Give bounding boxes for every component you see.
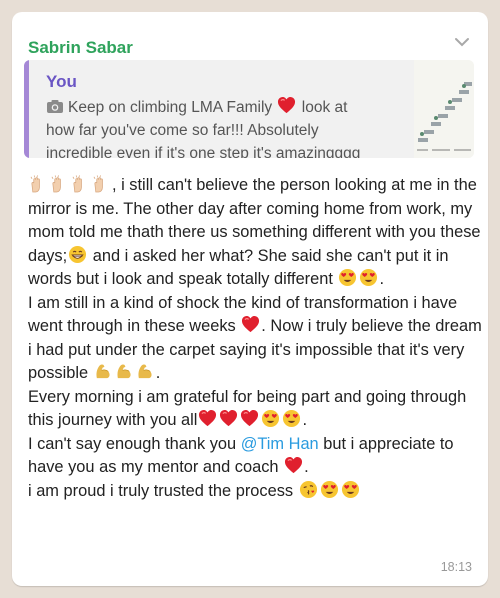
message-bubble[interactable]: Sabrin Sabar You Keep on climbing LMA Fa…: [12, 12, 488, 586]
red-heart-icon: [219, 409, 238, 428]
red-heart-icon: [277, 96, 296, 115]
camera-icon: [47, 100, 63, 113]
heart-eyes-face-icon: [341, 480, 360, 499]
message-body: , i still can't believe the person looki…: [28, 174, 484, 503]
body-paragraph-1: , i still can't believe the person looki…: [28, 174, 484, 292]
red-heart-icon: [284, 456, 303, 475]
heart-eyes-face-icon: [261, 409, 280, 428]
quote-image-thumbnail[interactable]: [414, 60, 474, 158]
message-timestamp: 18:13: [440, 560, 472, 574]
quote-accent-bar: [24, 60, 29, 158]
heart-eyes-face-icon: [282, 409, 301, 428]
heart-eyes-face-icon: [359, 268, 378, 287]
body-paragraph-2: I am still in a kind of shock the kind o…: [28, 292, 484, 386]
chevron-down-icon[interactable]: [452, 32, 472, 52]
body-text-4a: I can't say enough thank you: [28, 434, 241, 453]
clapping-hands-icon: [50, 174, 69, 193]
heart-eyes-face-icon: [338, 268, 357, 287]
kissing-face-icon: [299, 480, 318, 499]
body-text-5a: i am proud i truly trusted the process: [28, 481, 298, 500]
body-paragraph-3: Every morning i am grateful for being pa…: [28, 386, 484, 433]
clapping-hands-icon: [71, 174, 90, 193]
clapping-hands-icon: [29, 174, 48, 193]
flexed-biceps-icon: [136, 362, 155, 381]
body-text-1b: and i asked her what? She said she can't…: [28, 246, 449, 289]
grinning-face-icon: [68, 245, 87, 264]
quote-author: You: [46, 72, 77, 91]
heart-eyes-face-icon: [320, 480, 339, 499]
body-text-2c: .: [155, 364, 161, 382]
red-heart-icon: [241, 315, 260, 334]
red-heart-icon: [198, 409, 217, 428]
quote-text-start: Keep on climbing LMA Family: [68, 99, 273, 116]
flexed-biceps-icon: [94, 362, 113, 381]
sender-name[interactable]: Sabrin Sabar: [28, 38, 133, 58]
clapping-hands-icon: [92, 174, 111, 193]
mention-link[interactable]: @Tim Han: [241, 435, 319, 453]
body-text-3b: .: [302, 411, 308, 429]
quote-text: Keep on climbing LMA Family look at how …: [46, 96, 366, 158]
body-text-1c: .: [379, 270, 385, 288]
body-paragraph-4: I can't say enough thank you @Tim Han bu…: [28, 433, 484, 480]
body-paragraph-5: i am proud i truly trusted the process: [28, 480, 484, 504]
quoted-message[interactable]: You Keep on climbing LMA Family look at …: [24, 60, 474, 158]
body-text-4c: .: [304, 458, 309, 476]
flexed-biceps-icon: [115, 362, 134, 381]
red-heart-icon: [240, 409, 259, 428]
